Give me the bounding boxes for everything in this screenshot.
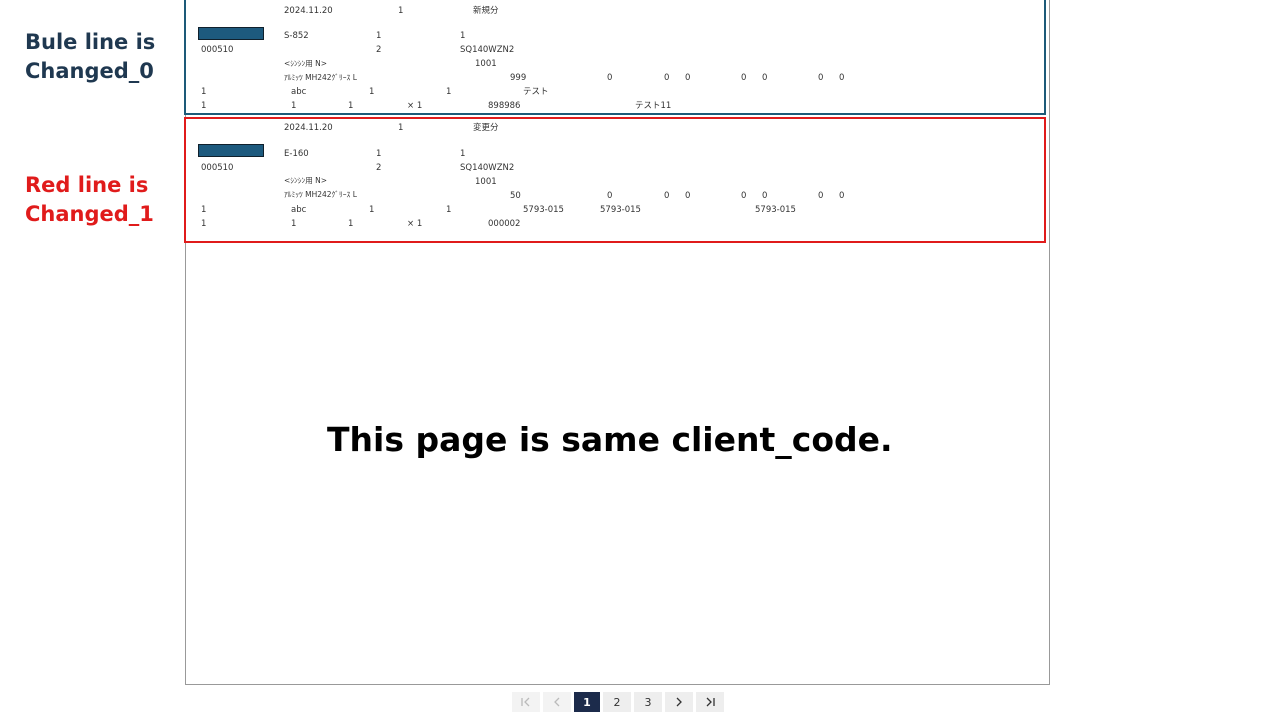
record-value: 0 [818, 73, 824, 83]
record-qty: 50 [510, 191, 521, 201]
record-value: 0 [839, 191, 845, 201]
next-page-button[interactable] [665, 692, 693, 712]
record-multiplier: × 1 [407, 101, 423, 111]
record-count: 1 [398, 6, 404, 16]
record-value: 0 [685, 73, 691, 83]
pagination: 1 2 3 [512, 692, 724, 712]
product-name: ｱﾙﾐｯﾂ MH242ｸﾞﾘｰｽ L [284, 190, 357, 199]
record-value: 5793-015 [600, 205, 641, 215]
record-value: 0 [664, 191, 670, 201]
record-value: 0 [762, 191, 768, 201]
page-button-1[interactable]: 1 [574, 692, 600, 712]
record-value: 0 [741, 191, 747, 201]
first-page-icon [521, 697, 530, 707]
record-sub: 1001 [475, 59, 497, 69]
line-label: <ｼﾝｼﾝ用 N> [284, 59, 328, 68]
record-seq: 2 [376, 45, 382, 55]
record-value: 1 [201, 101, 207, 111]
record-code: S-852 [284, 31, 309, 41]
record-value: 1 [376, 31, 382, 41]
record-value: 000002 [488, 219, 521, 229]
changed-1-annotation: Red line is Changed_1 [25, 171, 154, 229]
annotation-line: Bule line is [25, 30, 156, 54]
record-value: 1 [446, 205, 452, 215]
record-value: 5793-015 [523, 205, 564, 215]
record-sub: 1001 [475, 177, 497, 187]
record-code: E-160 [284, 149, 309, 159]
color-swatch [198, 144, 264, 157]
record-changed-0: 2024.11.20 1 新規分 S-852 1 1 000510 2 SQ14… [184, 0, 1046, 115]
record-qty: 999 [510, 73, 527, 83]
record-changed-1: 2024.11.20 1 変更分 E-160 1 1 000510 2 SQ14… [184, 117, 1046, 243]
first-page-button[interactable] [512, 692, 540, 712]
annotation-line: Red line is [25, 173, 149, 197]
last-page-button[interactable] [696, 692, 724, 712]
record-value: abc [291, 87, 307, 97]
record-value: 1 [376, 149, 382, 159]
record-count: 1 [398, 123, 404, 133]
record-value: 1 [348, 219, 354, 229]
record-value: 1 [201, 219, 207, 229]
record-value: 0 [839, 73, 845, 83]
record-date: 2024.11.20 [284, 123, 333, 133]
record-value: 1 [201, 205, 207, 215]
record-value: 1 [446, 87, 452, 97]
record-kind: 変更分 [473, 123, 499, 133]
record-seq: 2 [376, 163, 382, 173]
record-value: 1 [369, 87, 375, 97]
page-button-3[interactable]: 3 [634, 692, 662, 712]
record-value: 1 [291, 101, 297, 111]
record-value: テスト [523, 87, 549, 97]
record-value: 1 [291, 219, 297, 229]
record-multiplier: × 1 [407, 219, 423, 229]
last-page-icon [706, 697, 715, 707]
prev-page-icon [554, 697, 560, 707]
record-model: SQ140WZN2 [460, 45, 515, 55]
record-value: 0 [607, 73, 613, 83]
client-code: 000510 [201, 163, 234, 173]
changed-0-annotation: Bule line is Changed_0 [25, 28, 155, 86]
annotation-line: Changed_0 [25, 59, 154, 83]
record-kind: 新規分 [473, 6, 499, 16]
record-value: 0 [741, 73, 747, 83]
record-value: テスト11 [635, 101, 672, 111]
color-swatch [198, 27, 264, 40]
prev-page-button[interactable] [543, 692, 571, 712]
record-value: 1 [460, 31, 466, 41]
center-message: This page is same client_code. [327, 420, 893, 459]
annotation-line: Changed_1 [25, 202, 154, 226]
next-page-icon [676, 697, 682, 707]
record-value: 5793-015 [755, 205, 796, 215]
record-model: SQ140WZN2 [460, 163, 515, 173]
record-value: 1 [348, 101, 354, 111]
record-value: 0 [685, 191, 691, 201]
record-value: 1 [369, 205, 375, 215]
line-label: <ｼﾝｼﾝ用 N> [284, 176, 328, 185]
record-value: 1 [201, 87, 207, 97]
record-value: 0 [818, 191, 824, 201]
record-value: abc [291, 205, 307, 215]
product-name: ｱﾙﾐｯﾂ MH242ｸﾞﾘｰｽ L [284, 73, 357, 82]
page-button-2[interactable]: 2 [603, 692, 631, 712]
record-value: 1 [460, 149, 466, 159]
record-value: 0 [607, 191, 613, 201]
record-value: 0 [664, 73, 670, 83]
record-value: 898986 [488, 101, 521, 111]
record-value: 0 [762, 73, 768, 83]
client-code: 000510 [201, 45, 234, 55]
record-date: 2024.11.20 [284, 6, 333, 16]
